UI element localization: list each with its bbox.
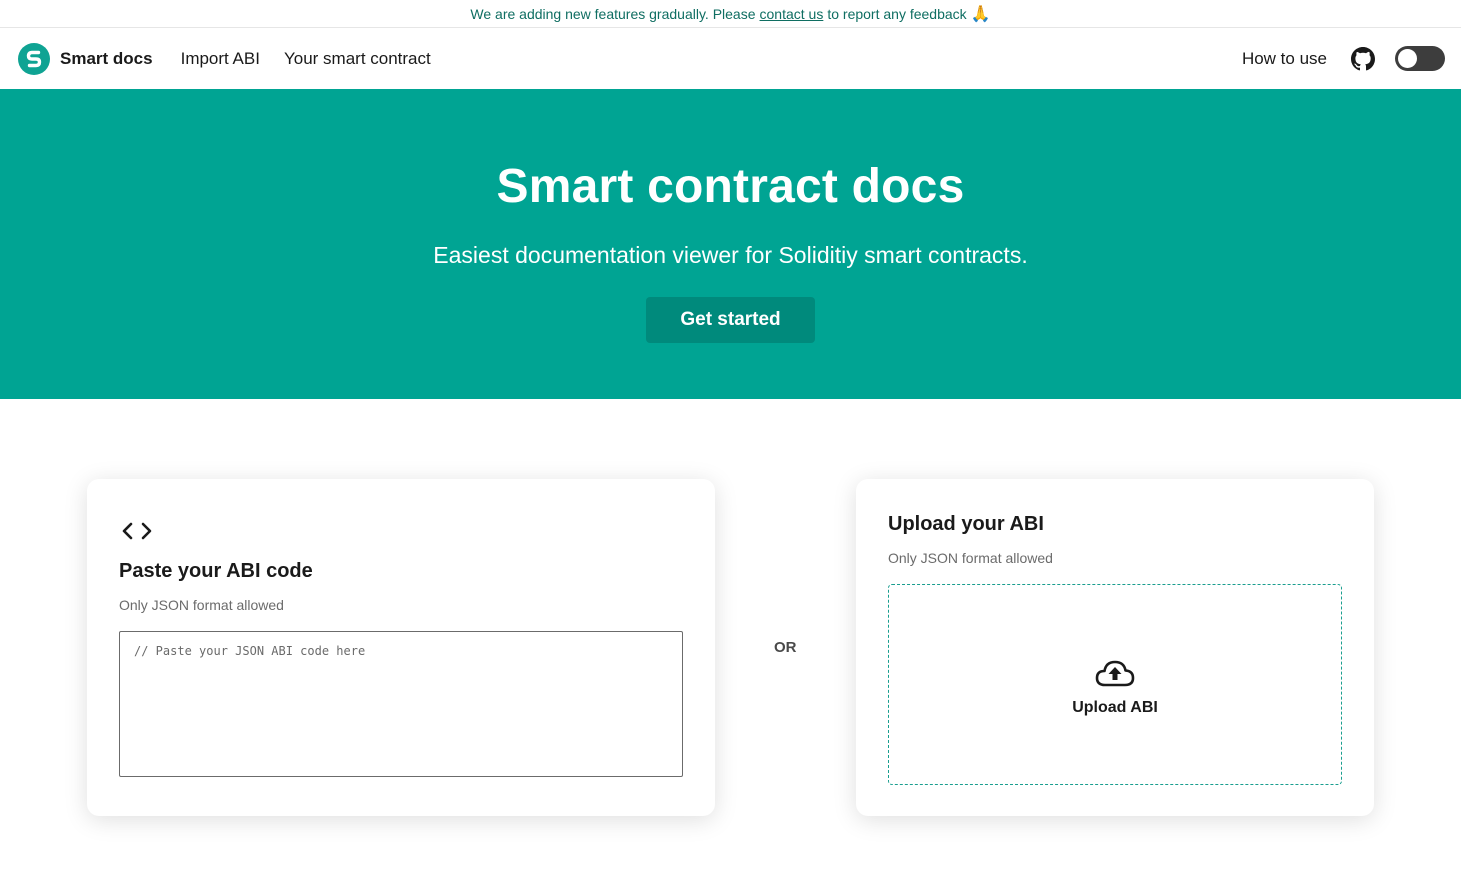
paste-abi-card: Paste your ABI code Only JSON format all… (87, 479, 715, 816)
upload-dropzone[interactable]: Upload ABI (888, 584, 1342, 785)
pray-emoji: 🙏 (970, 5, 991, 23)
code-brackets-icon (119, 519, 683, 543)
brand-name: Smart docs (60, 48, 153, 68)
nav-import-abi[interactable]: Import ABI (181, 49, 260, 69)
abi-code-input[interactable] (119, 631, 683, 777)
hero-title: Smart contract docs (496, 160, 965, 213)
cloud-upload-icon (1094, 652, 1136, 688)
toggle-knob (1398, 49, 1417, 68)
how-to-use-link[interactable]: How to use (1242, 49, 1327, 69)
navbar: Smart docs Import ABI Your smart contrac… (0, 28, 1461, 89)
upload-card-title: Upload your ABI (888, 513, 1044, 535)
theme-toggle[interactable] (1395, 46, 1445, 71)
banner-text-after: to report any feedback (827, 5, 967, 22)
contact-us-link[interactable]: contact us (760, 6, 824, 22)
paste-card-title: Paste your ABI code (119, 560, 313, 582)
banner-text-before: We are adding new features gradually. Pl… (470, 5, 756, 22)
hero: Smart contract docs Easiest documentatio… (0, 89, 1461, 399)
import-section: Paste your ABI code Only JSON format all… (0, 399, 1461, 870)
announcement-banner: We are adding new features gradually. Pl… (0, 0, 1461, 28)
paste-card-subtitle: Only JSON format allowed (119, 597, 284, 613)
upload-abi-label: Upload ABI (1072, 699, 1158, 716)
upload-card-subtitle: Only JSON format allowed (888, 550, 1053, 566)
github-icon[interactable] (1351, 46, 1375, 71)
nav-your-smart-contract[interactable]: Your smart contract (284, 49, 431, 69)
brand[interactable]: Smart docs (18, 42, 153, 75)
get-started-button[interactable]: Get started (646, 297, 815, 343)
nav-actions: How to use (1242, 46, 1445, 71)
smart-docs-logo-icon (18, 42, 50, 75)
hero-subtitle: Easiest documentation viewer for Solidit… (433, 242, 1028, 268)
or-separator: OR (774, 639, 797, 656)
upload-abi-card: Upload your ABI Only JSON format allowed… (856, 479, 1374, 816)
